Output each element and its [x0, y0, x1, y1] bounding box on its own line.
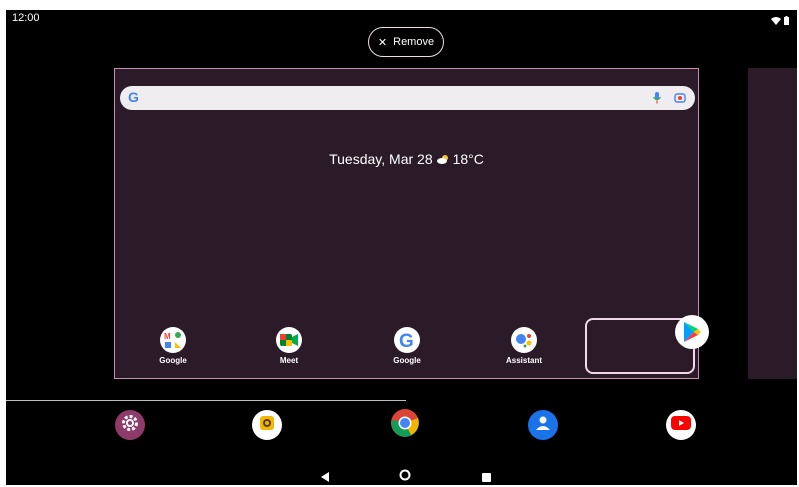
svg-text:G: G: [399, 331, 414, 350]
dock-youtube[interactable]: [666, 410, 696, 440]
dock-chrome[interactable]: [390, 408, 420, 443]
assistant-icon: [511, 327, 537, 353]
battery-icon: [784, 12, 789, 30]
meet-icon: [276, 327, 302, 353]
google-folder-icon: M: [160, 327, 186, 353]
settings-icon: [120, 413, 140, 438]
status-icons: [771, 12, 789, 30]
dock-settings[interactable]: [115, 410, 145, 440]
remove-label: Remove: [393, 36, 435, 48]
dock-contacts[interactable]: [528, 410, 558, 440]
chrome-icon: [390, 408, 420, 443]
close-icon: ✕: [377, 36, 388, 49]
app-label: Google: [159, 356, 187, 365]
app-assistant[interactable]: Assistant: [484, 327, 564, 365]
date-text: Tuesday, Mar 28: [329, 151, 433, 167]
svg-text:M: M: [164, 332, 171, 341]
dock-camera[interactable]: [252, 410, 282, 440]
google-icon: G: [394, 327, 420, 353]
app-google-folder[interactable]: M Google: [133, 327, 213, 365]
recents-icon[interactable]: [482, 469, 491, 485]
search-bar[interactable]: G: [120, 86, 695, 110]
app-google[interactable]: G Google: [367, 327, 447, 365]
home-icon[interactable]: [399, 468, 411, 485]
temperature-text: 18°C: [452, 151, 484, 167]
date-weather-widget[interactable]: Tuesday, Mar 28 18°C: [115, 151, 698, 167]
home-page-preview[interactable]: G Tuesday, Mar 28 18°C M Google Meet G G…: [114, 68, 709, 379]
mic-icon[interactable]: [653, 91, 661, 109]
app-label: Meet: [279, 356, 299, 365]
dock-divider: [6, 400, 406, 401]
app-label: Google: [393, 356, 421, 365]
back-icon[interactable]: [320, 469, 330, 485]
wifi-icon: [771, 12, 781, 30]
youtube-icon: [671, 415, 691, 435]
google-g-icon: G: [128, 89, 142, 110]
lens-icon[interactable]: [674, 91, 686, 109]
camera-icon: [258, 414, 276, 437]
cloud-sun-icon: [436, 151, 450, 167]
next-page-preview[interactable]: [748, 68, 797, 379]
svg-text:G: G: [128, 89, 139, 105]
home-screen-edit-mode: 12:00 ✕ Remove G Tuesday, Mar 28 18°C M …: [6, 10, 797, 485]
remove-button[interactable]: ✕ Remove: [368, 27, 444, 57]
contacts-icon: [534, 414, 552, 437]
app-label: Assistant: [505, 356, 542, 365]
app-meet[interactable]: Meet: [249, 327, 329, 365]
status-time: 12:00: [12, 12, 40, 24]
play-store-icon[interactable]: [675, 315, 709, 349]
